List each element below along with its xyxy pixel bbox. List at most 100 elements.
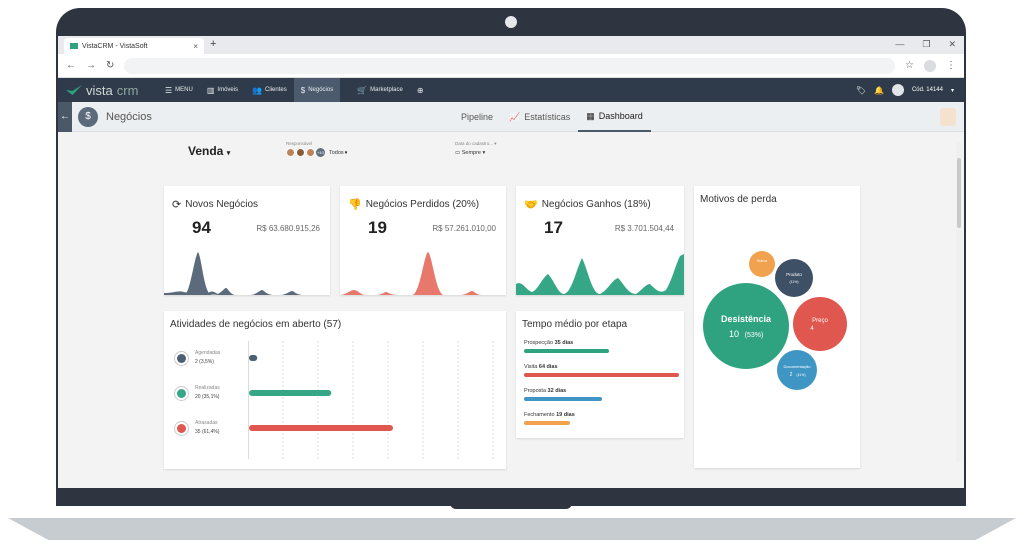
- back-arrow-icon[interactable]: ←: [66, 60, 76, 71]
- activity-row-atrasadas[interactable]: Atrasadas 35 (61,4%): [174, 419, 219, 437]
- calendar-icon: ▭: [455, 150, 461, 156]
- back-button[interactable]: ←: [58, 101, 72, 132]
- nav-clientes[interactable]: 👥 Clientes: [245, 78, 294, 102]
- stage-bar: [524, 373, 679, 377]
- camera-icon: [505, 16, 517, 28]
- caret-down-icon: ▾: [226, 150, 231, 157]
- scroll-thumb[interactable]: [957, 158, 961, 228]
- sub-tabs: Pipeline 📈 Estatísticas ▦ Dashboard: [453, 102, 651, 132]
- browser-tabbar: VistaCRM - VistaSoft × + — ❐ ✕: [58, 36, 964, 54]
- kpi-count: 17: [544, 218, 563, 237]
- url-input[interactable]: [124, 57, 896, 74]
- activity-bar[interactable]: [249, 390, 332, 396]
- user-avatar[interactable]: [891, 84, 904, 96]
- stage-fechamento[interactable]: Fechamento 19 dias: [524, 412, 679, 425]
- bubble-produto[interactable]: [775, 259, 813, 297]
- sub-header: ← $ Negócios Pipeline 📈 Estatísticas ▦ Das…: [58, 101, 964, 132]
- kpi-card-novos[interactable]: ⟳ Novos Negócios 94 R$ 63.680.915,26: [164, 186, 330, 295]
- activity-value: 2 (3,5%): [195, 359, 214, 365]
- logo-text-suffix: crm: [116, 82, 139, 98]
- forward-arrow-icon[interactable]: →: [86, 60, 96, 71]
- stage-time-card: Tempo médio por etapa Prospecção 35 dias…: [516, 311, 684, 438]
- browser-tab[interactable]: VistaCRM - VistaSoft ×: [64, 38, 204, 54]
- activities-chart: [248, 341, 494, 459]
- dollar-cycle-icon: ⟳: [172, 199, 182, 211]
- kpi-value: R$ 57.261.010,00: [432, 224, 496, 233]
- dollar-circle-icon: $: [78, 106, 98, 127]
- card-title: Tempo médio por etapa: [522, 319, 628, 330]
- stage-visita[interactable]: Visita 64 dias: [524, 364, 679, 377]
- kpi-value: R$ 3.701.504,44: [614, 224, 674, 233]
- close-window-icon[interactable]: ✕: [948, 39, 956, 50]
- responsavel-value: Todos: [329, 149, 344, 156]
- bell-icon[interactable]: 🔔: [874, 86, 884, 95]
- bubble-documentacao[interactable]: [777, 350, 817, 390]
- new-tab-button[interactable]: +: [210, 38, 216, 50]
- tab-label: Pipeline: [461, 112, 494, 122]
- kpi-card-ganhos[interactable]: 🤝 Negócios Ganhos (18%) 17 R$ 3.701.504,4…: [516, 186, 684, 295]
- stage-days: 32 dias: [547, 388, 567, 394]
- nav-label: Marketplace: [370, 87, 403, 93]
- date-filter[interactable]: Data do cadastro... ▾ ▭ Sempre ▾: [455, 141, 497, 156]
- favicon-icon: [70, 43, 78, 49]
- tab-estatisticas[interactable]: 📈 Estatísticas: [501, 102, 578, 132]
- page-title: Negócios: [106, 110, 152, 123]
- bubble-preco[interactable]: [793, 297, 847, 351]
- tab-dashboard[interactable]: ▦ Dashboard: [578, 102, 651, 132]
- stage-days: 35 dias: [554, 340, 574, 346]
- tag-icon[interactable]: 🏷: [856, 86, 866, 95]
- kpi-title: Novos Negócios: [185, 199, 259, 210]
- nav-negocios[interactable]: $ Negócios: [293, 78, 341, 102]
- minimize-icon[interactable]: —: [895, 39, 904, 50]
- dollar-icon: $: [300, 85, 306, 95]
- star-icon[interactable]: ☆: [905, 60, 914, 71]
- card-title: Atividades de negócios em aberto (57): [170, 319, 342, 330]
- pipeline-select[interactable]: Venda ▾: [188, 144, 230, 158]
- activity-row-realizadas[interactable]: Realizadas 20 (35,1%): [174, 384, 220, 402]
- building-icon: ▥: [206, 85, 215, 95]
- nav-label: Negócios: [308, 87, 334, 93]
- alarm-icon: [174, 420, 189, 436]
- restore-icon[interactable]: ❐: [922, 39, 930, 50]
- kpi-value: R$ 63.680.915,26: [256, 224, 320, 233]
- logo-text: vista: [86, 82, 113, 98]
- cart-icon: 🛒: [357, 85, 368, 95]
- nav-label: MENU: [175, 87, 193, 93]
- more-icon[interactable]: ⋮: [946, 60, 956, 71]
- plus-circle-icon: ⊕: [416, 85, 424, 95]
- more-avatars-badge: +10: [316, 148, 325, 157]
- nav-marketplace[interactable]: 🛒 Marketplace: [350, 78, 410, 102]
- user-code[interactable]: Cód. 14144: [912, 87, 943, 93]
- kpi-count: 94: [192, 218, 211, 237]
- activity-bar[interactable]: [249, 355, 258, 361]
- vista-logo[interactable]: vista crm: [58, 83, 158, 98]
- menu-icon: ☰: [165, 85, 173, 95]
- kpi-sparkline: [164, 252, 330, 295]
- stage-prospeccao[interactable]: Prospecção 35 dias: [524, 340, 679, 353]
- kpi-count: 19: [368, 218, 387, 237]
- kpi-card-perdidos[interactable]: 👎 Negócios Perdidos (20%) 19 R$ 57.261.01…: [340, 186, 506, 295]
- responsavel-filter[interactable]: Responsável +10 Todos ▾: [286, 141, 347, 157]
- user-portrait[interactable]: [940, 108, 956, 126]
- scrollbar[interactable]: [956, 142, 962, 462]
- stage-proposta[interactable]: Proposta 32 dias: [524, 388, 679, 401]
- caret-down-icon[interactable]: ▾: [951, 87, 954, 94]
- loss-bubble-chart: Outros Produto (11%) Desistência 10 (53%…: [703, 251, 847, 390]
- profile-avatar[interactable]: [924, 59, 936, 72]
- tab-pipeline[interactable]: Pipeline: [453, 102, 501, 132]
- nav-menu[interactable]: ☰ MENU: [158, 78, 200, 102]
- reload-icon[interactable]: ↻: [106, 60, 114, 71]
- bubble-desistencia[interactable]: [703, 283, 789, 369]
- tab-close-icon[interactable]: ×: [193, 42, 198, 51]
- nav-imoveis[interactable]: ▥ Imóveis: [200, 78, 245, 102]
- caret-down-icon: ▾: [494, 141, 497, 146]
- activity-row-agendadas[interactable]: Agendadas 2 (3,5%): [174, 349, 220, 367]
- check-icon: [174, 385, 189, 401]
- kpi-title: Negócios Ganhos (18%): [541, 199, 651, 210]
- activities-card: Atividades de negócios em aberto (57) Ag…: [164, 311, 506, 469]
- bubble-desistencia-pct: (53%): [745, 332, 764, 339]
- bubble-outros[interactable]: [749, 251, 775, 277]
- activity-bar[interactable]: [249, 425, 393, 431]
- kpi-sparkline: [340, 252, 482, 295]
- add-button[interactable]: ⊕: [410, 78, 431, 102]
